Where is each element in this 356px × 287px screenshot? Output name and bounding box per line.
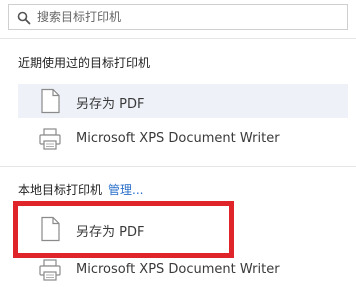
document-icon: [38, 88, 62, 114]
printer-item-save-as-pdf-recent[interactable]: 另存为 PDF: [18, 84, 348, 118]
printer-icon: [38, 257, 62, 283]
manage-link[interactable]: 管理...: [108, 183, 143, 197]
printer-item-label: Microsoft XPS Document Writer: [76, 131, 280, 146]
printer-icon: [38, 126, 62, 152]
search-icon: [17, 10, 31, 25]
section-title-local: 本地目标打印机 管理...: [18, 181, 143, 198]
printer-item-save-as-pdf-local[interactable]: 另存为 PDF: [18, 212, 348, 246]
section-title-recent: 近期使用过的目标打印机: [18, 56, 151, 70]
printer-item-label: 另存为 PDF: [76, 97, 145, 112]
divider: [0, 166, 356, 167]
section-title-local-text: 本地目标打印机: [18, 183, 103, 197]
document-icon: [38, 216, 62, 242]
printer-item-xps-recent[interactable]: Microsoft XPS Document Writer: [18, 122, 348, 156]
printer-item-xps-local[interactable]: Microsoft XPS Document Writer: [18, 253, 348, 287]
search-input[interactable]: [37, 7, 337, 27]
search-box[interactable]: [8, 4, 348, 30]
printer-item-label: 另存为 PDF: [76, 225, 145, 240]
printer-item-label: Microsoft XPS Document Writer: [76, 262, 280, 277]
divider: [0, 38, 356, 39]
